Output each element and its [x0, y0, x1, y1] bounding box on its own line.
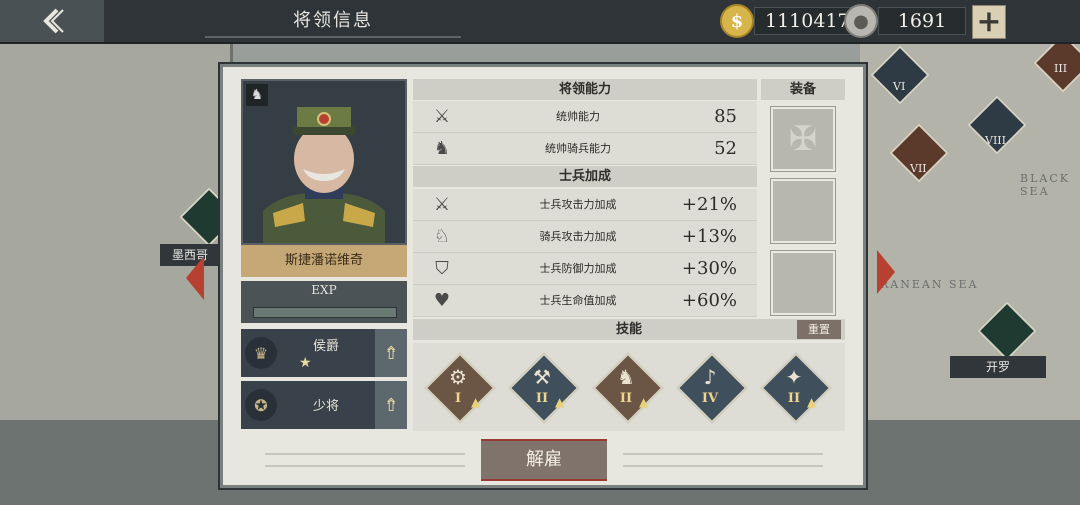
general-name: 斯捷潘诺维奇 — [241, 245, 407, 277]
stat-label: 士兵防御力加成 — [539, 262, 617, 275]
general-info-dialog: ♞ 斯捷潘诺维奇 EXP ♛ 侯爵 ★ ⇮ ✪ 少将 ⇮ 将领能力 ⚔ 统帅能力… — [220, 64, 866, 488]
rank-upgrade-button[interactable]: ⇮ — [375, 381, 407, 429]
eagle-icon: ✦ — [785, 365, 803, 389]
skill-slot[interactable]: ♪ IV — [676, 352, 748, 424]
top-bar: 将领信息 $ 1110417 ● 1691 + — [0, 0, 1080, 44]
equipment-slot[interactable] — [771, 179, 835, 243]
upgrade-arrow-icon: ⇮ — [383, 342, 399, 364]
skill-slot[interactable]: ♞ II ▲ — [592, 352, 664, 424]
skill-upgrade-icon: ▲ — [471, 395, 481, 409]
medal-resource: ● 1691 — [844, 4, 966, 38]
skill-slot[interactable]: ⚙ I ▲ — [424, 352, 496, 424]
title-upgrade-button[interactable]: ⇮ — [375, 329, 407, 377]
skills-header: 技能 — [615, 322, 642, 337]
skill-upgrade-icon: ▲ — [639, 395, 649, 409]
stat-row: ⚔ 统帅能力 85 — [413, 101, 757, 133]
page-title: 将领信息 — [205, 6, 461, 38]
stat-value: +21% — [681, 194, 737, 215]
military-rank: 少将 — [312, 399, 339, 414]
city-label: 开罗 — [950, 356, 1046, 378]
cavalry-charge-icon: ♞ — [617, 365, 635, 389]
stat-row: ♥ 士兵生命值加成 +60% — [413, 285, 757, 317]
next-arrow[interactable] — [877, 250, 895, 294]
dismiss-button[interactable]: 解雇 — [481, 439, 607, 481]
stat-label: 骑兵攻击力加成 — [539, 230, 617, 243]
noble-laurel-icon: ♛ — [245, 337, 277, 369]
heart-plus-icon: ♥ — [433, 290, 451, 311]
stat-value: 52 — [714, 138, 737, 159]
exp-progress-bar — [253, 307, 397, 318]
skill-upgrade-icon: ▲ — [807, 395, 817, 409]
divider-right — [623, 453, 823, 467]
map-sea-label: BLACK SEA — [1020, 172, 1070, 198]
gold-coin-icon: $ — [720, 4, 754, 38]
stat-value: +60% — [681, 290, 737, 311]
equipment-slot[interactable]: ✠ — [771, 107, 835, 171]
artillery-icon: ⚙ — [449, 365, 467, 389]
skills-header-bar: 技能 重置 — [413, 319, 845, 340]
stat-label: 统帅能力 — [556, 110, 600, 123]
horse-head-icon: ♞ — [433, 138, 451, 159]
rank-chevron-icon: ✪ — [245, 389, 277, 421]
skill-slot[interactable]: ✦ II ▲ — [760, 352, 832, 424]
gold-resource: $ 1110417 — [720, 4, 861, 38]
stat-value: +30% — [681, 258, 737, 279]
add-currency-button[interactable]: + — [972, 5, 1006, 39]
skills-panel: ⚙ I ▲ ⚒ II ▲ ♞ II ▲ ♪ IV ✦ II ▲ — [413, 343, 845, 431]
pickaxe-icon: ⚒ — [533, 365, 551, 389]
general-portrait: ♞ — [241, 79, 407, 245]
marker-label: VIII — [985, 134, 1006, 147]
horse-knight-icon: ♞ — [246, 84, 268, 106]
stat-label: 士兵生命值加成 — [539, 294, 617, 307]
marker-label: III — [1054, 62, 1068, 75]
noble-title: 侯爵 — [312, 339, 339, 354]
skill-slot[interactable]: ⚒ II ▲ — [508, 352, 580, 424]
equipment-slot[interactable] — [771, 251, 835, 315]
exp-label: EXP — [311, 283, 337, 297]
order-star-icon: ✠ — [788, 119, 818, 159]
marker-label: VII — [910, 162, 927, 175]
stat-row: ⚔ 士兵攻击力加成 +21% — [413, 189, 757, 221]
reset-skills-button[interactable]: 重置 — [797, 320, 841, 339]
marker-label: VI — [893, 80, 906, 93]
attack-plus-icon: ⚔ — [433, 194, 451, 215]
stat-row: ♞ 统帅骑兵能力 52 — [413, 133, 757, 165]
cavalry-plus-icon: ♘ — [433, 226, 451, 247]
shield-plus-icon: ⛉ — [435, 258, 449, 279]
skill-upgrade-icon: ▲ — [555, 395, 565, 409]
stat-label: 统帅骑兵能力 — [545, 142, 611, 155]
prev-arrow[interactable] — [186, 256, 204, 300]
upgrade-arrow-icon: ⇮ — [383, 394, 399, 416]
soldier-bonus-header: 士兵加成 — [413, 166, 757, 187]
stat-value: +13% — [681, 226, 737, 247]
bugle-icon: ♪ — [703, 365, 717, 389]
noble-title-row: ♛ 侯爵 ★ ⇮ — [241, 329, 407, 377]
back-button[interactable] — [0, 0, 104, 42]
exp-panel: EXP — [241, 281, 407, 323]
stat-value: 85 — [714, 106, 737, 127]
crossed-swords-icon: ⚔ — [433, 106, 451, 127]
equipment-header: 装备 — [761, 79, 845, 100]
silver-medal-icon: ● — [844, 4, 878, 38]
medal-value: 1691 — [878, 7, 966, 35]
title-stars: ★ — [299, 355, 312, 371]
divider-left — [265, 453, 465, 467]
back-chevron-icon — [43, 8, 64, 34]
stat-row: ⛉ 士兵防御力加成 +30% — [413, 253, 757, 285]
abilities-header: 将领能力 — [413, 79, 757, 100]
stat-row: ♘ 骑兵攻击力加成 +13% — [413, 221, 757, 253]
military-rank-row: ✪ 少将 ⇮ — [241, 381, 407, 429]
stat-label: 士兵攻击力加成 — [539, 198, 617, 211]
skill-level: IV — [701, 391, 719, 406]
